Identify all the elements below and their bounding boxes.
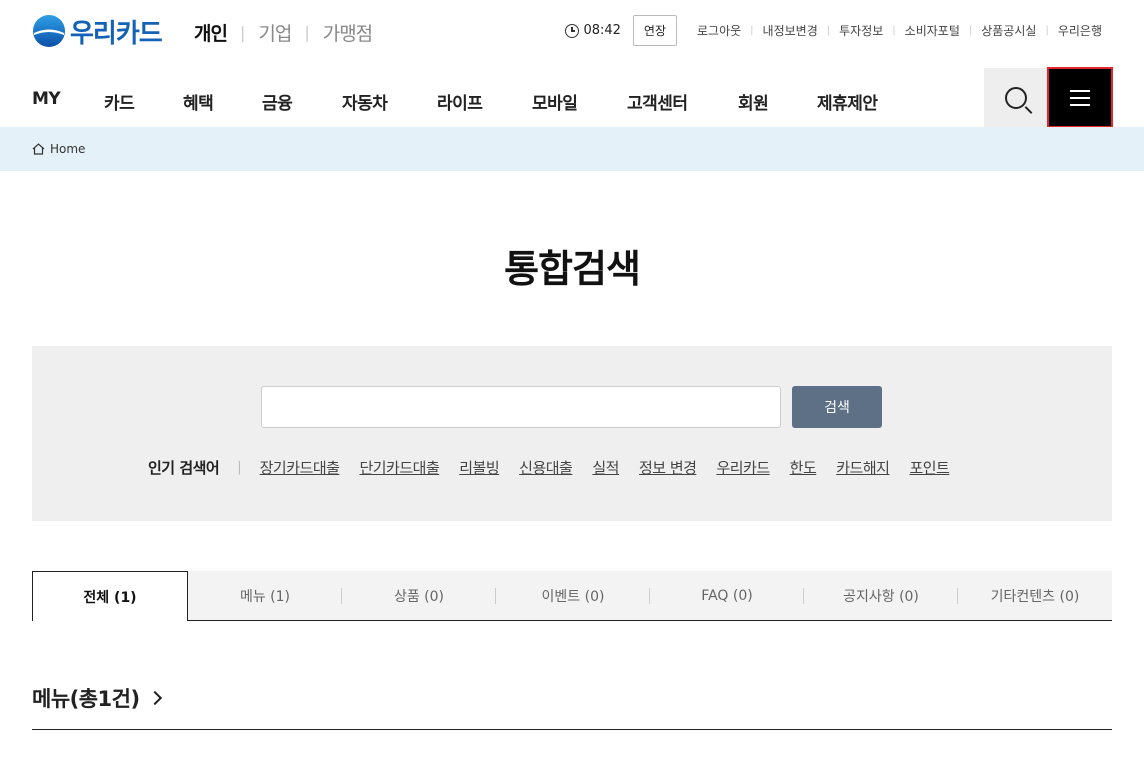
tab-faq[interactable]: FAQ (0) xyxy=(650,571,804,620)
divider: | xyxy=(826,25,831,36)
divider: | xyxy=(239,23,246,42)
clock-icon xyxy=(565,23,580,38)
session-time: 08:42 xyxy=(583,23,621,38)
tab-label: 전체 (1) xyxy=(83,589,137,606)
nav-item-customer-center[interactable]: 고객센터 xyxy=(627,89,688,114)
popular-keywords: 인기 검색어 | 장기카드대출 단기카드대출 리볼빙 신용대출 실적 정보 변경… xyxy=(148,457,969,478)
all-menu-button[interactable] xyxy=(1047,67,1113,128)
nav-item-member[interactable]: 회원 xyxy=(738,89,769,114)
woori-card-logo[interactable]: 우리카드 xyxy=(32,14,163,49)
utility-menu: 08:42 연장 로그아웃 | 내정보변경 | 투자정보 | 소비자포털 | 상… xyxy=(565,15,1102,46)
nav-item-benefits[interactable]: 혜택 xyxy=(183,89,214,114)
tab-label: 이벤트 (0) xyxy=(541,588,605,605)
menu-results-title: 메뉴(총1건) xyxy=(32,687,140,711)
divider: | xyxy=(1045,25,1049,36)
popular-keyword[interactable]: 리볼빙 xyxy=(459,457,499,478)
tab-products[interactable]: 상품 (0) xyxy=(342,571,496,620)
popular-keyword[interactable]: 포인트 xyxy=(909,457,949,478)
tab-label: 기타컨텐츠 (0) xyxy=(990,588,1080,605)
home-icon xyxy=(32,143,45,155)
divider: | xyxy=(237,460,242,475)
popular-keyword[interactable]: 장기카드대출 xyxy=(260,457,340,478)
site-tab-personal[interactable]: 개인 xyxy=(194,19,228,46)
product-disclosure-link[interactable]: 상품공시실 xyxy=(981,22,1036,39)
nav-item-mobile[interactable]: 모바일 xyxy=(532,89,578,114)
divider: | xyxy=(304,23,310,42)
search-input[interactable] xyxy=(261,386,781,428)
divider: | xyxy=(968,25,973,36)
nav-item-life[interactable]: 라이프 xyxy=(437,89,483,114)
hamburger-icon xyxy=(1070,89,1090,106)
page-title: 통합검색 xyxy=(504,247,641,291)
divider xyxy=(32,729,1112,730)
top-bar: 우리카드 개인 | 기업 | 가맹점 08:42 연장 로그아웃 | 내정보변경… xyxy=(0,0,1144,62)
investor-info-link[interactable]: 투자정보 xyxy=(839,22,883,39)
popular-keyword[interactable]: 카드해지 xyxy=(836,457,890,478)
popular-keyword[interactable]: 단기카드대출 xyxy=(359,457,439,478)
chevron-right-icon xyxy=(147,690,162,706)
site-tab-merchant[interactable]: 가맹점 xyxy=(323,19,373,46)
tab-label: FAQ (0) xyxy=(701,587,753,604)
search-toggle-button[interactable] xyxy=(984,68,1048,127)
popular-keyword[interactable]: 실적 xyxy=(592,457,619,478)
tab-label: 메뉴 (1) xyxy=(239,588,291,605)
popular-keyword[interactable]: 우리카드 xyxy=(716,457,770,478)
site-tab-business[interactable]: 기업 xyxy=(258,19,292,46)
divider: | xyxy=(750,25,754,36)
nav-item-partnership[interactable]: 제휴제안 xyxy=(817,89,878,114)
tab-notices[interactable]: 공지사항 (0) xyxy=(804,571,958,620)
tab-other-content[interactable]: 기타컨텐츠 (0) xyxy=(958,571,1112,620)
search-panel: 검색 인기 검색어 | 장기카드대출 단기카드대출 리볼빙 신용대출 실적 정보… xyxy=(32,346,1112,521)
nav-item-auto[interactable]: 자동차 xyxy=(342,89,388,114)
search-icon xyxy=(1005,86,1027,109)
popular-keyword[interactable]: 한도 xyxy=(790,457,817,478)
popular-keywords-label: 인기 검색어 xyxy=(148,459,220,477)
breadcrumb-home-link[interactable]: Home xyxy=(50,142,85,156)
divider: | xyxy=(892,25,896,36)
brand-name: 우리카드 xyxy=(70,18,163,49)
logout-link[interactable]: 로그아웃 xyxy=(697,22,741,39)
popular-keyword[interactable]: 정보 변경 xyxy=(639,457,697,478)
popular-keyword[interactable]: 신용대출 xyxy=(519,457,573,478)
session-timer: 08:42 xyxy=(565,23,621,38)
consumer-portal-link[interactable]: 소비자포털 xyxy=(905,22,960,39)
extend-session-button[interactable]: 연장 xyxy=(632,15,677,46)
main-navigation: MY 카드 혜택 금융 자동차 라이프 모바일 고객센터 회원 제휴제안 xyxy=(0,67,1144,128)
edit-profile-link[interactable]: 내정보변경 xyxy=(763,22,818,39)
tab-label: 상품 (0) xyxy=(393,588,445,605)
tab-menu[interactable]: 메뉴 (1) xyxy=(188,571,342,620)
search-button[interactable]: 검색 xyxy=(792,386,882,428)
nav-item-finance[interactable]: 금융 xyxy=(262,89,293,114)
result-tabs: 전체 (1) 메뉴 (1) 상품 (0) 이벤트 (0) FAQ (0) 공지사… xyxy=(32,571,1112,621)
menu-results-heading[interactable]: 메뉴(총1건) xyxy=(32,683,162,713)
nav-item-card[interactable]: 카드 xyxy=(104,89,135,114)
woori-logo-icon xyxy=(32,14,66,48)
tab-events[interactable]: 이벤트 (0) xyxy=(496,571,650,620)
woori-bank-link[interactable]: 우리은행 xyxy=(1058,22,1102,39)
tab-all[interactable]: 전체 (1) xyxy=(32,571,188,621)
site-tabs: 개인 | 기업 | 가맹점 xyxy=(194,19,373,46)
nav-item-my[interactable]: MY xyxy=(32,89,61,109)
breadcrumb: Home xyxy=(0,127,1144,171)
tab-label: 공지사항 (0) xyxy=(843,588,919,605)
